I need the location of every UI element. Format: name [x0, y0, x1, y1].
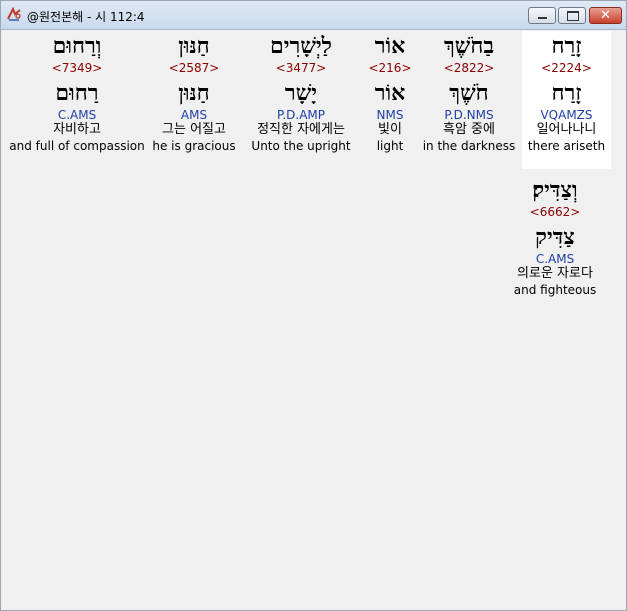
word-column-1[interactable]: זָרַח <2224> זָרַח VQAMZS 일어나나니 there ar…	[522, 31, 611, 169]
hebrew-word: וְרַחוּם	[52, 33, 102, 59]
english-gloss: and fighteous	[513, 283, 597, 297]
minimize-icon	[538, 17, 547, 19]
hebrew-lemma: יָשָׁר	[284, 80, 318, 106]
parsing-code: P.D.AMP	[276, 108, 326, 122]
english-gloss: he is gracious	[152, 139, 236, 153]
english-gloss: in the darkness	[422, 139, 516, 153]
korean-gloss: 그는 어질고	[162, 122, 226, 137]
korean-gloss: 의로운 자로다	[517, 266, 593, 281]
strongs-number-link[interactable]: <2822>	[419, 61, 519, 75]
hebrew-word: בַחֹשֶׁךְ	[443, 33, 494, 59]
korean-gloss: 흑암 중에	[443, 122, 495, 137]
word-column-2[interactable]: בַחֹשֶׁךְ <2822> חֹשֶׁךְ P.D.NMS 흑암 중에 i…	[419, 31, 519, 154]
strongs-number-link[interactable]: <2587>	[149, 61, 239, 75]
english-gloss: there ariseth	[527, 139, 606, 153]
hebrew-lemma: רַחוּם	[55, 80, 99, 106]
hebrew-lemma: צַדִּיק	[535, 224, 575, 250]
hebrew-lemma: זָרַח	[551, 80, 582, 106]
parsing-code: VQAMZS	[540, 108, 593, 122]
hebrew-word: לַיְשָׁרִים	[270, 33, 332, 59]
english-gloss: and full of compassion	[9, 139, 145, 153]
word-column-5[interactable]: חַנּוּן <2587> חַנּוּן AMS 그는 어질고 he is …	[149, 31, 239, 154]
word-column-4[interactable]: לַיְשָׁרִים <3477> יָשָׁר P.D.AMP 정직한 자에…	[241, 31, 361, 154]
word-column-6[interactable]: וְרַחוּם <7349> רַחוּם C.AMS 자비하고 and fu…	[7, 31, 147, 154]
hebrew-lemma: חַנּוּן	[178, 80, 210, 106]
hebrew-lemma: חֹשֶׁךְ	[449, 80, 489, 106]
parsing-code: C.AMS	[535, 252, 575, 266]
english-gloss: Unto the upright	[251, 139, 351, 153]
strongs-number-link[interactable]: <3477>	[241, 61, 361, 75]
app-logo-icon	[7, 6, 21, 21]
strongs-number-link[interactable]: <6662>	[503, 205, 607, 219]
window-title: @원전본해 - 시 112:4	[27, 10, 145, 24]
strongs-number-link[interactable]: <2224>	[522, 61, 611, 75]
app-window: @원전본해 - 시 112:4 ✕ זָרַח <2224> זָרַח VQA…	[0, 0, 627, 611]
title-bar[interactable]: @원전본해 - 시 112:4 ✕	[1, 1, 626, 30]
strongs-number-link[interactable]: <216>	[362, 61, 418, 75]
korean-gloss: 일어나나니	[536, 122, 597, 137]
parsing-code: NMS	[376, 108, 404, 122]
korean-gloss: 정직한 자에게는	[257, 122, 345, 137]
verse-panel: זָרַח <2224> זָרַח VQAMZS 일어나나니 there ar…	[3, 31, 624, 608]
hebrew-lemma: אוֹר	[374, 80, 406, 106]
close-icon: ✕	[600, 8, 611, 23]
english-gloss: light	[376, 139, 404, 153]
hebrew-word: אוֹר	[374, 33, 406, 59]
parsing-code: AMS	[180, 108, 208, 122]
strongs-number-link[interactable]: <7349>	[7, 61, 147, 75]
parsing-code: P.D.NMS	[444, 108, 494, 122]
maximize-button[interactable]	[558, 7, 586, 24]
korean-gloss: 빛이	[378, 122, 402, 137]
close-button[interactable]: ✕	[589, 7, 622, 24]
parsing-code: C.AMS	[57, 108, 97, 122]
hebrew-word: וְצַדִּיק׃	[532, 177, 578, 203]
maximize-icon	[567, 11, 579, 21]
korean-gloss: 자비하고	[53, 122, 101, 137]
minimize-button[interactable]	[528, 7, 556, 24]
hebrew-word: זָרַח	[551, 33, 582, 59]
hebrew-word: חַנּוּן	[178, 33, 210, 59]
word-column-3[interactable]: אוֹר <216> אוֹר NMS 빛이 light	[362, 31, 418, 154]
word-column-7[interactable]: וְצַדִּיק׃ <6662> צַדִּיק C.AMS 의로운 자로다 …	[503, 175, 607, 298]
